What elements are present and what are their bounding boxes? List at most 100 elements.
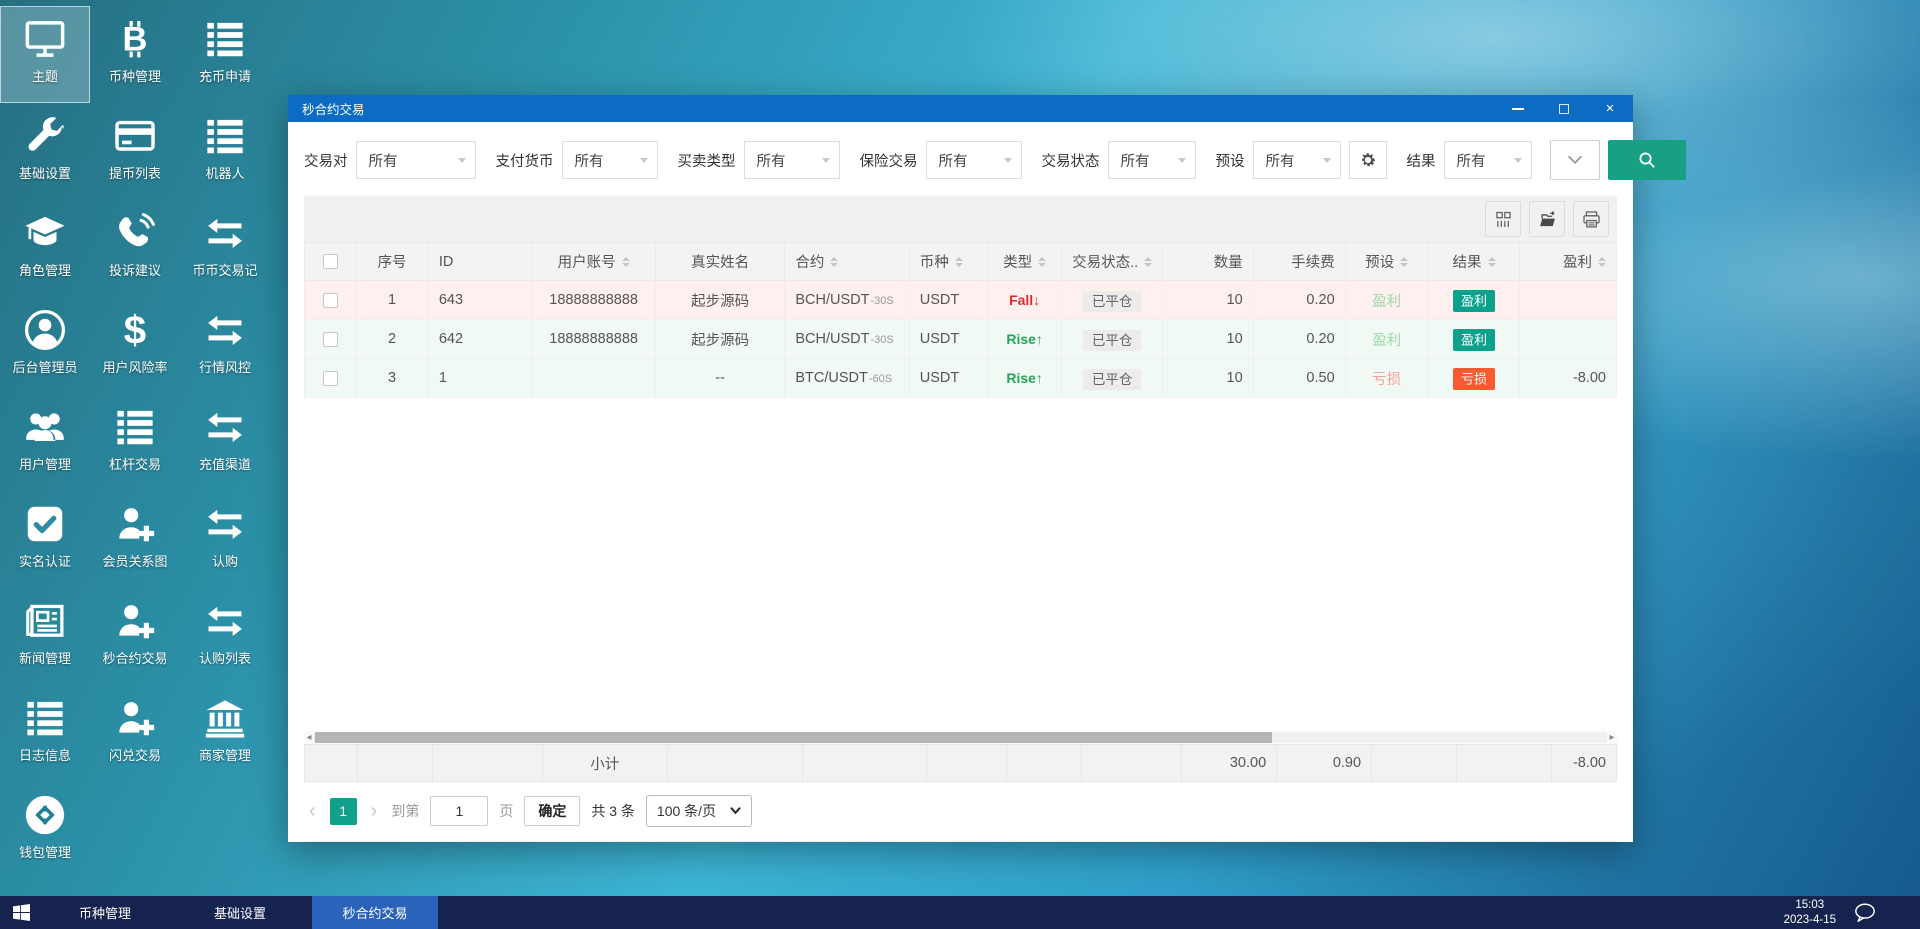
wallet-icon (22, 791, 68, 839)
speech-bubble-icon[interactable] (1852, 902, 1878, 924)
horizontal-scrollbar[interactable]: ◂ ▸ (304, 731, 1617, 744)
page-size-select[interactable]: 100 条/页 (645, 795, 753, 827)
desktop-icon[interactable]: 充值渠道 (180, 394, 270, 491)
desktop-icon-label: 后台管理员 (12, 360, 78, 375)
row-checkbox[interactable] (322, 292, 338, 308)
desktop-icon[interactable]: 行情风控 (180, 297, 270, 394)
clock-date: 2023-4-15 (1783, 913, 1836, 926)
desktop-icon[interactable]: 日志信息 (0, 685, 90, 782)
column-header[interactable]: 结果 (1427, 242, 1521, 281)
expand-filters-button[interactable] (1549, 140, 1600, 180)
columns-button[interactable] (1485, 201, 1521, 237)
sort-icon[interactable] (1487, 256, 1496, 267)
filter-select-3[interactable]: 所有 (743, 141, 840, 179)
desktop-icon[interactable]: B 币种管理 (90, 6, 180, 103)
desktop-icon[interactable]: 后台管理员 (0, 297, 90, 394)
sort-icon[interactable] (1038, 256, 1047, 267)
desktop-icon[interactable]: $ 用户风险率 (90, 297, 180, 394)
desktop-icon[interactable]: 商家管理 (180, 685, 270, 782)
desktop-icon[interactable]: 基础设置 (0, 103, 90, 200)
print-button[interactable] (1573, 201, 1609, 237)
sort-icon[interactable] (830, 256, 839, 267)
desktop-icon[interactable]: 充币申请 (180, 6, 270, 103)
prev-page-button[interactable]: ‹ (306, 801, 319, 821)
desktop-icon-label: 认购 (211, 554, 238, 569)
export-button[interactable] (1529, 201, 1565, 237)
taskbar-item[interactable]: 基础设置 (177, 896, 303, 929)
column-header[interactable]: 用户账号 (531, 242, 656, 281)
column-header: 数量 (1162, 242, 1254, 281)
taskbar-item[interactable]: 秒合约交易 (312, 896, 438, 929)
desktop-icon[interactable]: 投诉建议 (90, 200, 180, 297)
desktop-icon[interactable]: 认购列表 (180, 588, 270, 685)
taskbar-items: 币种管理 基础设置 秒合约交易 (42, 896, 438, 929)
close-button[interactable]: × (1587, 95, 1633, 122)
taskbar-item[interactable]: 币种管理 (42, 896, 168, 929)
desktop-icon[interactable]: 会员关系图 (90, 491, 180, 588)
desktop-icon[interactable]: 主题 (0, 6, 90, 103)
sort-icon[interactable] (621, 256, 630, 267)
cell-profit (1519, 319, 1617, 359)
window-titlebar[interactable]: 秒合约交易 × (288, 95, 1633, 122)
filter-bar: 交易对 所有 支付货币 所有 买卖类型 所有 保险交易 所有 交易状态 所有 预设 所有 结果 所有 (288, 122, 1686, 196)
desktop-icon[interactable]: 认购 (180, 491, 270, 588)
table-row[interactable]: 1 643 18888888888 起步源码 BCH/USDT-30S USDT Fall↓… (304, 280, 1617, 320)
table-row[interactable]: 3 1 -- BTC/USDT-60S USDT Rise↑ 已平仓 10 0.50 亏损 亏损 -8… (304, 358, 1617, 398)
wrench-icon (22, 112, 68, 160)
column-header[interactable]: 币种 (908, 242, 989, 281)
filter-select-5[interactable]: 所有 (1107, 141, 1196, 179)
desktop-icon-label: 币种管理 (108, 69, 161, 84)
trades-table: 序号 ID 用户账号 真实姓名 合约 币种 类型 交易状态.. 数量 手续费 预设 结果 盈利 1 643 1… (304, 242, 1617, 398)
sort-icon[interactable] (1144, 256, 1153, 267)
sort-icon[interactable] (954, 256, 963, 267)
desktop-icon[interactable]: 新闻管理 (0, 588, 90, 685)
select-all-checkbox[interactable] (322, 254, 338, 270)
start-button[interactable] (0, 896, 42, 929)
maximize-button[interactable] (1541, 95, 1587, 122)
desktop-icon[interactable]: 角色管理 (0, 200, 90, 297)
column-header[interactable]: 盈利 (1519, 242, 1617, 281)
desktop-icon-label: 日志信息 (18, 748, 71, 763)
cell-result: 亏损 (1427, 358, 1521, 398)
filter-select-7[interactable]: 所有 (1443, 141, 1532, 179)
desktop-icon[interactable]: 用户管理 (0, 394, 90, 491)
desktop-icon[interactable]: 杠杆交易 (90, 394, 180, 491)
filter-select-4[interactable]: 所有 (925, 141, 1022, 179)
table-row[interactable]: 2 642 18888888888 起步源码 BCH/USDT-30S USDT Rise↑… (304, 319, 1617, 359)
sort-icon[interactable] (1598, 256, 1606, 267)
filter-select-2[interactable]: 所有 (561, 141, 658, 179)
next-page-button[interactable]: › (368, 801, 381, 821)
desktop-icon-label: 主题 (31, 69, 58, 84)
desktop-icon[interactable]: 实名认证 (0, 491, 90, 588)
result-badge: 盈利 (1453, 329, 1496, 351)
desktop-icon[interactable]: 秒合约交易 (90, 588, 180, 685)
desktop-icon[interactable]: 机器人 (180, 103, 270, 200)
cell-contract: BCH/USDT-30S (784, 319, 910, 359)
scroll-left-arrow[interactable]: ◂ (304, 732, 314, 743)
desktop-icon[interactable]: 提币列表 (90, 103, 180, 200)
desktop-icon[interactable]: 闪兑交易 (90, 685, 180, 782)
sort-icon[interactable] (1400, 256, 1409, 267)
column-header[interactable]: 合约 (784, 242, 910, 281)
taskbar-clock: 15:03 2023-4-15 (1784, 898, 1836, 928)
filter-select-6[interactable]: 所有 (1252, 141, 1341, 179)
search-button[interactable] (1607, 140, 1686, 180)
scroll-right-arrow[interactable]: ▸ (1607, 732, 1617, 743)
current-page-button[interactable]: 1 (329, 797, 357, 825)
desktop-icon[interactable]: 币币交易记 (180, 200, 270, 297)
column-header[interactable]: 类型 (987, 242, 1063, 281)
scrollbar-thumb[interactable] (315, 732, 1272, 743)
column-header[interactable]: 预设 (1344, 242, 1429, 281)
filter-select-1[interactable]: 所有 (355, 141, 476, 179)
filter-label: 结果 (1406, 153, 1436, 170)
minimize-button[interactable] (1495, 95, 1541, 122)
scrollbar-track[interactable] (314, 732, 1607, 743)
preset-settings-button[interactable] (1348, 141, 1387, 179)
row-checkbox[interactable] (322, 370, 338, 386)
summary-cell (1081, 744, 1183, 782)
desktop-icon[interactable]: 钱包管理 (0, 782, 90, 879)
row-checkbox[interactable] (322, 331, 338, 347)
confirm-button[interactable]: 确定 (524, 796, 581, 826)
goto-page-input[interactable] (430, 796, 489, 826)
column-header[interactable]: 交易状态.. (1061, 242, 1164, 281)
